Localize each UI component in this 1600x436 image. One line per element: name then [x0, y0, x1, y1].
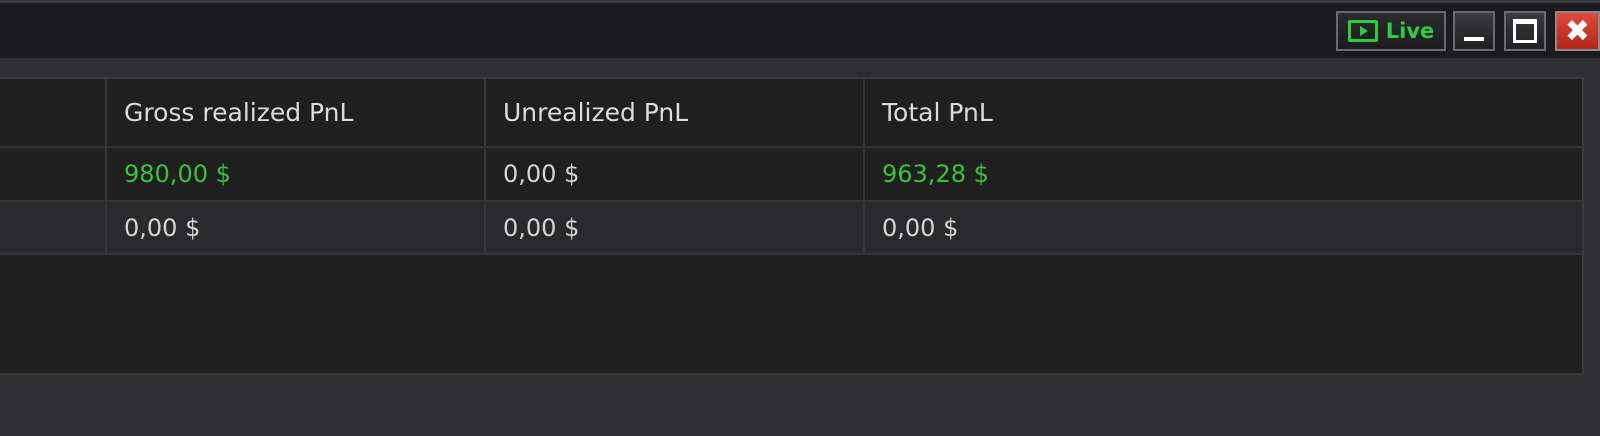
pnl-table: Gross realized PnL Unrealized PnL Total …: [0, 77, 1584, 375]
table-row[interactable]: 980,00 $ 0,00 $ 963,28 $: [0, 148, 1582, 202]
table-cell-partial: [0, 148, 107, 200]
unrealized-pnl-cell: 0,00 $: [486, 202, 865, 253]
gross-realized-pnl-cell: 0,00 $: [107, 202, 486, 253]
close-button[interactable]: ✖: [1555, 11, 1600, 51]
table-row[interactable]: 0,00 $ 0,00 $ 0,00 $: [0, 202, 1582, 255]
total-pnl-cell: 0,00 $: [882, 213, 959, 242]
pnl-window: Live ✖ Gross realized PnL Unrealized PnL…: [0, 0, 1600, 436]
column-header-total-pnl[interactable]: Total PnL: [865, 79, 1582, 146]
live-button[interactable]: Live: [1336, 11, 1446, 51]
maximize-button[interactable]: [1504, 11, 1546, 51]
live-label: Live: [1385, 19, 1435, 43]
column-header-unrealized-pnl[interactable]: Unrealized PnL: [486, 79, 865, 146]
play-screen-icon: [1347, 20, 1378, 42]
gross-realized-pnl-cell: 980,00 $: [107, 148, 486, 200]
minimize-icon: [1464, 37, 1484, 41]
minimize-button[interactable]: [1453, 11, 1495, 51]
column-header-partial[interactable]: [0, 79, 107, 146]
table-cell-partial: [0, 202, 107, 253]
maximize-icon: [1513, 19, 1537, 43]
close-icon: ✖: [1564, 14, 1591, 49]
table-header-row: Gross realized PnL Unrealized PnL Total …: [0, 79, 1582, 148]
total-pnl-cell: 963,28 $: [882, 160, 989, 188]
unrealized-pnl-cell: 0,00 $: [486, 148, 865, 200]
column-header-gross-realized-pnl[interactable]: Gross realized PnL: [107, 79, 486, 146]
